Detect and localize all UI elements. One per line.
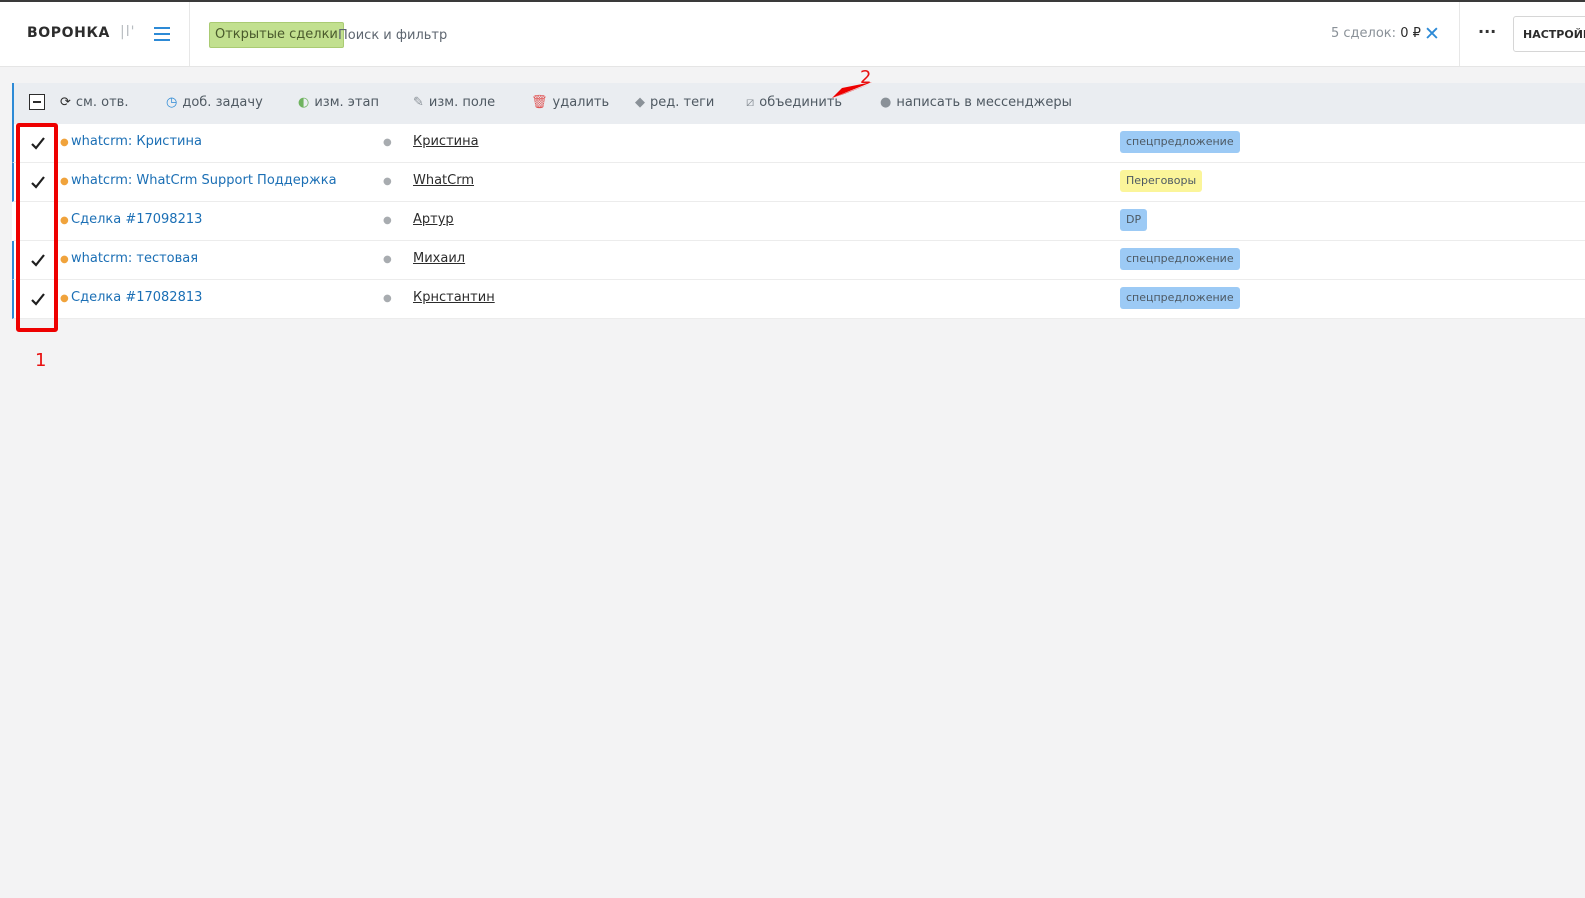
stage-circle-icon: ◐ <box>298 95 310 110</box>
deals-list: ⟳ см. отв. ◷ доб. задачу ◐ изм. этап ✎ изм. пол… <box>12 83 1585 319</box>
tag-badge[interactable]: Переговоры <box>1120 170 1203 192</box>
status-dot: ● <box>60 293 69 304</box>
contact-link[interactable]: WhatCrm <box>413 173 474 188</box>
contact-dot: ● <box>383 215 392 226</box>
annotation-arrow <box>832 82 872 98</box>
action-label: удалить <box>552 95 610 110</box>
list-view-icon[interactable] <box>154 27 170 45</box>
action-label: изм. этап <box>314 95 379 110</box>
tag-icon: ◆ <box>635 95 645 110</box>
table-row: ● whatcrm: тестовая ● Михаил спецпредложение <box>12 241 1585 280</box>
bulk-actions-toolbar: ⟳ см. отв. ◷ доб. задачу ◐ изм. этап ✎ изм. пол… <box>12 83 1585 124</box>
action-button[interactable]: ◆ ред. теги <box>635 95 714 110</box>
action-button[interactable]: ● написать в мессенджеры <box>880 95 1072 110</box>
contact-dot: ● <box>383 293 392 304</box>
contact-dot: ● <box>383 176 392 187</box>
action-button[interactable]: ⟳ см. отв. <box>60 95 128 110</box>
close-icon[interactable]: ✕ <box>1424 23 1440 45</box>
action-button[interactable]: ✎ изм. поле <box>413 95 495 110</box>
contact-link[interactable]: Артур <box>413 212 454 227</box>
status-dot: ● <box>60 176 69 187</box>
clock-icon: ◷ <box>166 95 178 110</box>
status-dot: ● <box>60 137 69 148</box>
action-label: ред. теги <box>650 95 715 110</box>
chat-bubble-icon: ● <box>880 95 892 110</box>
refresh-icon: ⟳ <box>60 95 71 110</box>
search-input[interactable] <box>336 22 740 48</box>
tag-badge[interactable]: спецпредложение <box>1120 131 1240 153</box>
header-divider <box>1459 2 1460 66</box>
tag-badge[interactable]: спецпредложение <box>1120 248 1240 270</box>
contact-link[interactable]: Крнстантин <box>413 290 495 305</box>
action-label: см. отв. <box>75 95 129 110</box>
action-label: изм. поле <box>428 95 496 110</box>
table-row: ● whatcrm: Кристина ● Кристина спецпредложен… <box>12 124 1585 163</box>
status-dot: ● <box>60 254 69 265</box>
filter-chip-open-deals[interactable]: Открытые сделки <box>209 22 344 48</box>
header-divider <box>189 2 190 66</box>
deal-link[interactable]: Сделка #17082813 <box>71 290 202 305</box>
annotation-label-1: 1 <box>35 350 47 371</box>
pipeline-view-icon[interactable]: |l' <box>120 24 135 40</box>
contact-link[interactable]: Михаил <box>413 251 465 266</box>
deal-link[interactable]: Сделка #17098213 <box>71 212 202 227</box>
action-button[interactable]: ◷ доб. задачу <box>166 95 263 110</box>
table-row: ● Сделка #17082813 ● Крнстантин спецпредложе… <box>12 280 1585 319</box>
table-row: ● whatcrm: WhatCrm Support Поддержка ● What… <box>12 163 1585 202</box>
pencil-icon: ✎ <box>413 95 424 110</box>
status-dot: ● <box>60 215 69 226</box>
deal-link[interactable]: whatcrm: Кристина <box>71 134 202 149</box>
tag-badge[interactable]: спецпредложение <box>1120 287 1240 309</box>
deals-sum: 0 ₽ <box>1400 26 1421 41</box>
tag-badge[interactable]: DP <box>1120 209 1148 231</box>
more-icon[interactable]: ··· <box>1478 22 1496 41</box>
action-label: написать в мессенджеры <box>896 95 1072 110</box>
select-all-checkbox[interactable] <box>29 94 45 110</box>
annotation-highlight-box <box>16 123 58 332</box>
action-button[interactable]: ◐ изм. этап <box>298 95 379 110</box>
contact-dot: ● <box>383 254 392 265</box>
page-header: ВОРОНКА |l' Открытые сделки 5 сделок: 0 … <box>0 2 1585 67</box>
settings-button[interactable]: НАСТРОЙКИ <box>1513 16 1585 52</box>
deals-count-label: 5 сделок: <box>1331 26 1397 41</box>
action-button[interactable]: 🗑 удалить <box>531 95 609 110</box>
table-row: ● Сделка #17098213 ● Артур DP <box>12 202 1585 241</box>
deals-count: 5 сделок: 0 ₽ <box>1331 26 1421 41</box>
trash-icon: 🗑 <box>531 95 548 110</box>
deal-link[interactable]: whatcrm: тестовая <box>71 251 198 266</box>
deal-link[interactable]: whatcrm: WhatCrm Support Поддержка <box>71 173 337 188</box>
contact-link[interactable]: Кристина <box>413 134 479 149</box>
contact-dot: ● <box>383 137 392 148</box>
pipeline-title: ВОРОНКА <box>27 25 110 41</box>
merge-icon: ⧄ <box>746 95 755 110</box>
action-button[interactable]: ⧄ объединить <box>746 95 842 110</box>
deals-table-body: ● whatcrm: Кристина ● Кристина спецпредложен… <box>12 124 1585 319</box>
action-label: доб. задачу <box>182 95 263 110</box>
